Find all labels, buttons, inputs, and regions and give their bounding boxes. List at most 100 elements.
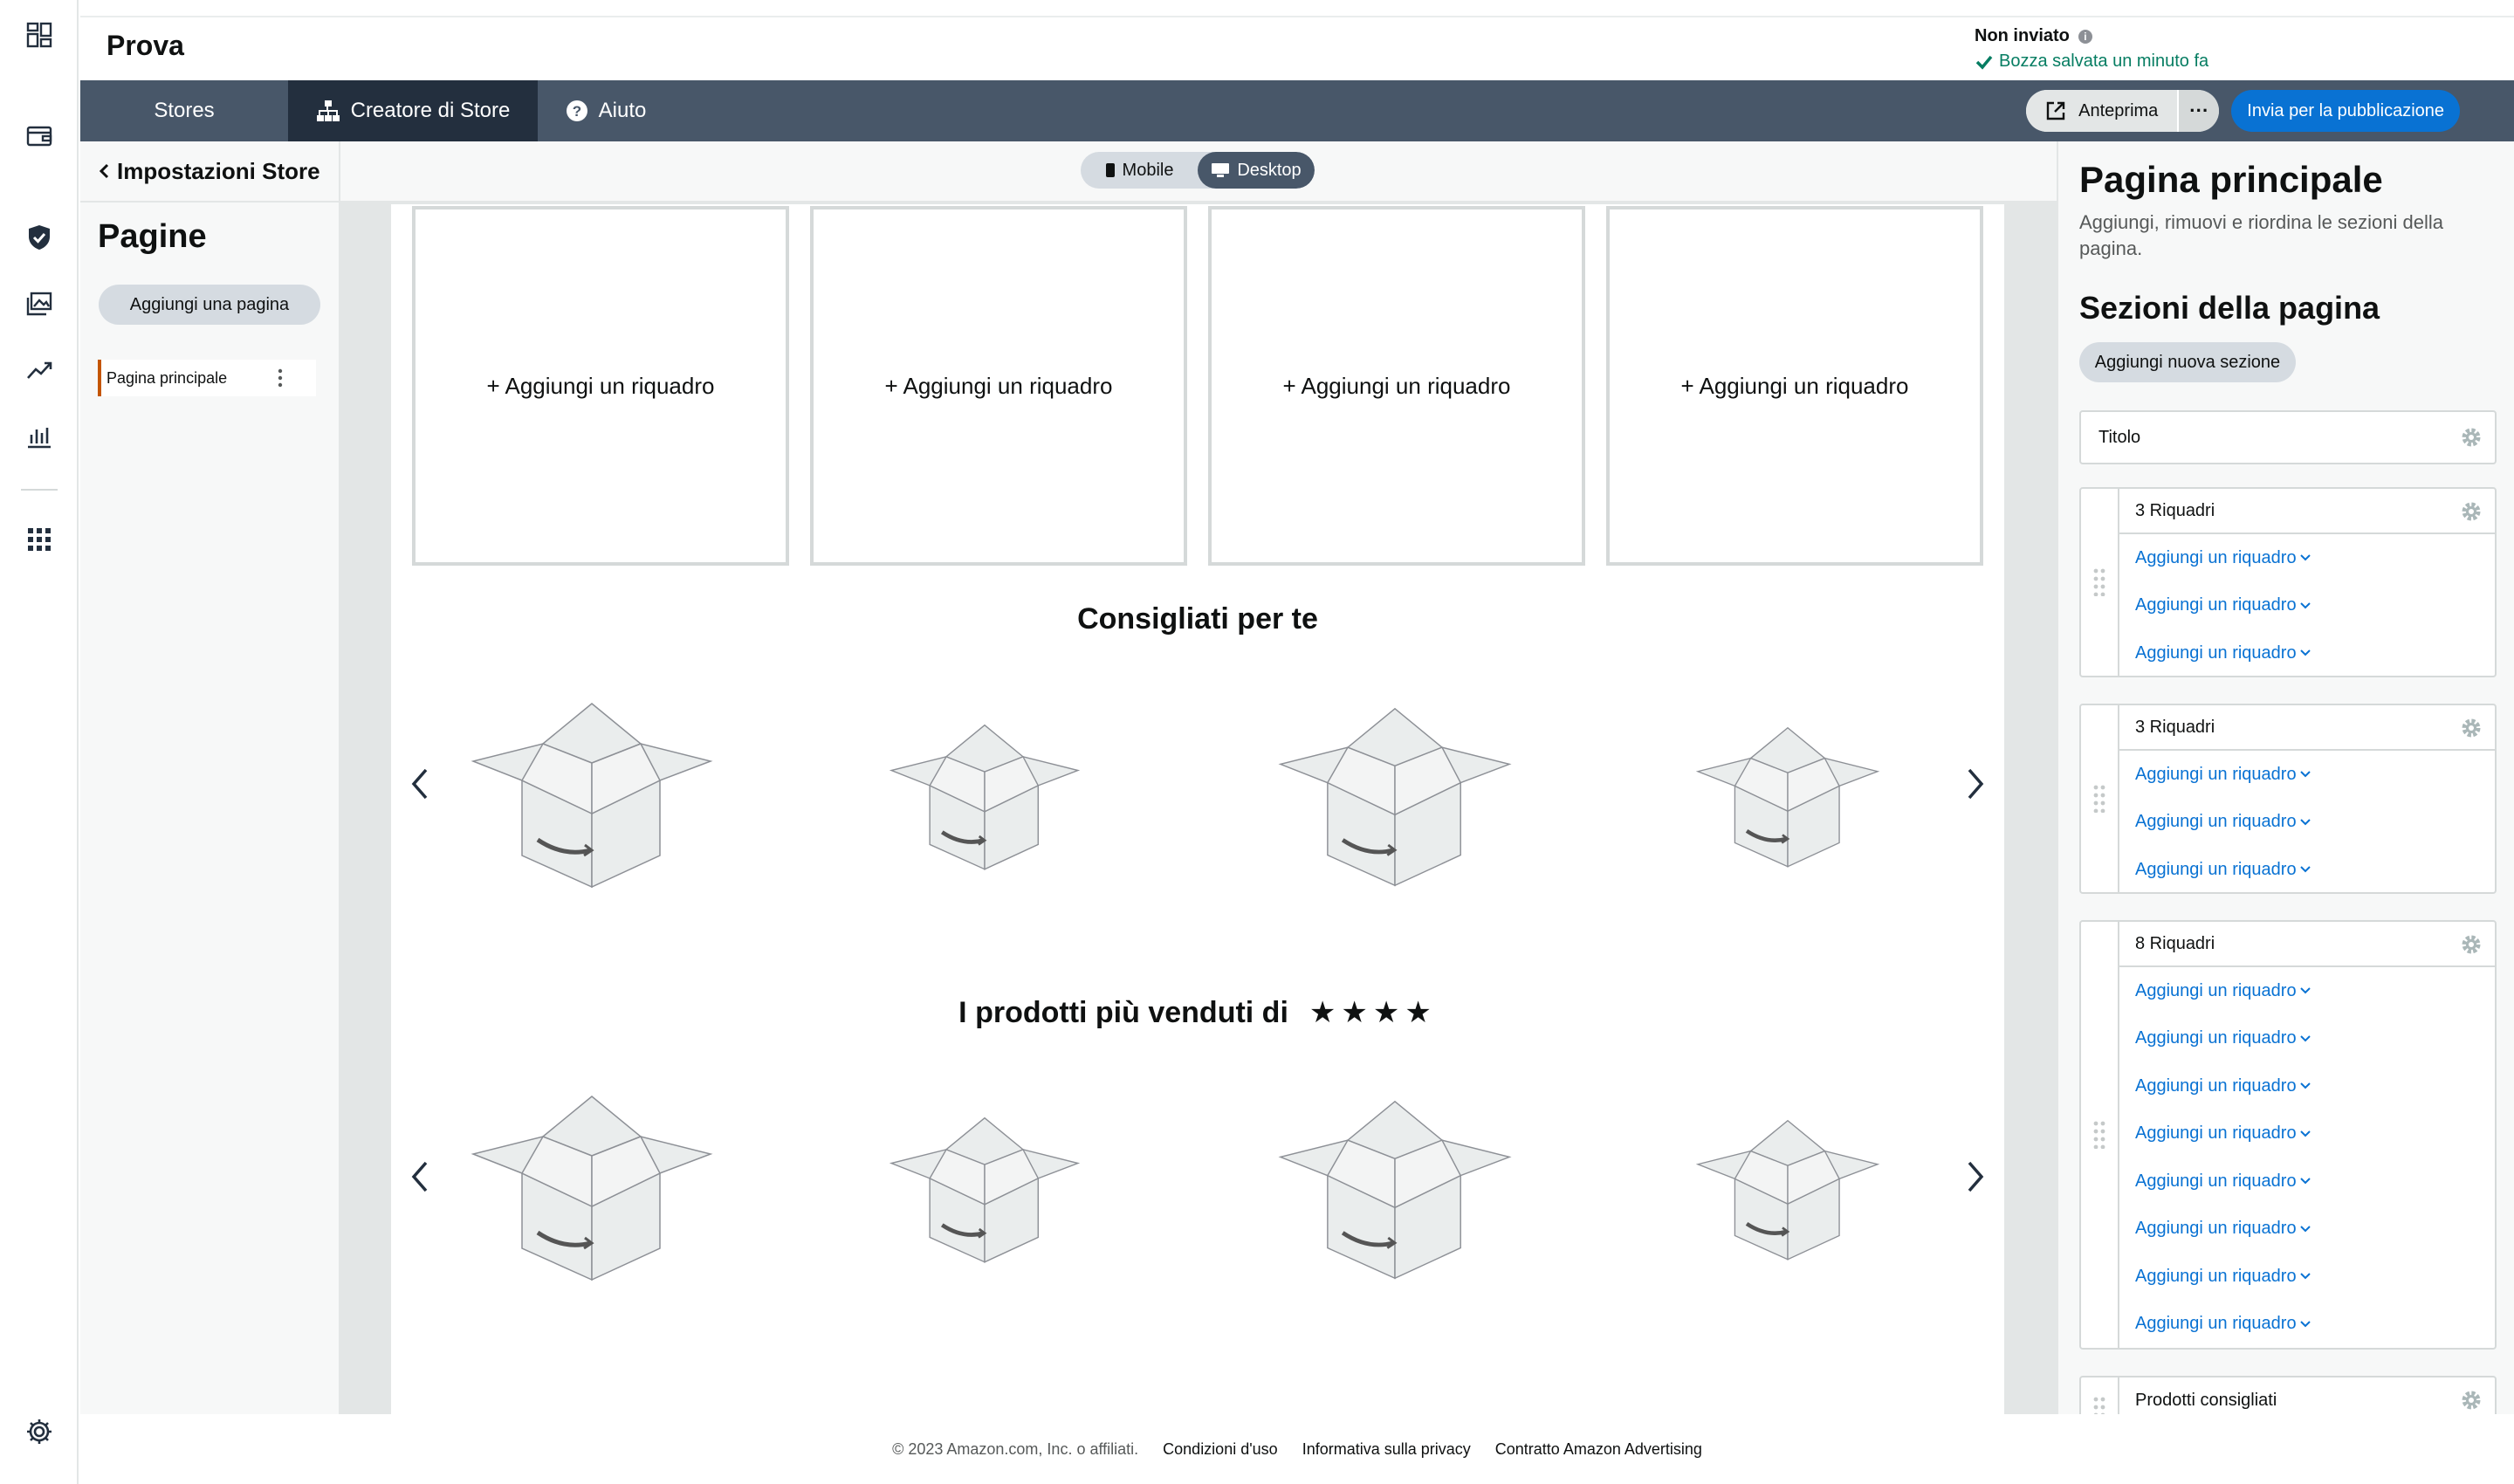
tab-label: Creatore di Store (350, 99, 511, 122)
terms-link[interactable]: Condizioni d'uso (1163, 1440, 1278, 1459)
drag-handle-icon[interactable] (2081, 1378, 2119, 1414)
desktop-label: Desktop (1237, 160, 1302, 180)
chevron-down-icon (2299, 1273, 2311, 1280)
add-tile-placeholder[interactable]: + Aggiungi un riquadro (1208, 206, 1585, 566)
box-icon (889, 724, 1081, 870)
add-tile-dropdown[interactable]: Aggiungi un riquadro (2119, 582, 2495, 630)
box-icon (1695, 1119, 1880, 1261)
svg-text:?: ? (572, 103, 580, 120)
chevron-down-icon (2299, 1321, 2311, 1328)
add-tile-dropdown[interactable]: Aggiungi un riquadro (2119, 629, 2495, 677)
page-sections-title: Sezioni della pagina (2079, 290, 2380, 326)
add-tile-dropdown[interactable]: Aggiungi un riquadro (2119, 1015, 2495, 1063)
bestsellers-heading: I prodotti più venduti di ★★★★ (391, 995, 2004, 1030)
carousel-next-icon[interactable] (1959, 1152, 1994, 1201)
section-card-recommended-products[interactable]: Prodotti consigliati (2079, 1376, 2497, 1414)
tab-store-builder[interactable]: Creatore di Store (288, 80, 538, 141)
drag-handle-icon[interactable] (2081, 922, 2119, 1348)
page-item-label: Pagina principale (106, 368, 228, 387)
section-card-label: 3 Riquadri (2135, 717, 2215, 737)
sitemap-icon (316, 100, 340, 121)
add-tile-label: Aggiungi un riquadro (2135, 980, 2297, 1000)
desktop-view-button[interactable]: Desktop (1198, 152, 1315, 189)
main-nav: Stores Creatore di Store ? Aiuto Antepri… (80, 80, 2514, 141)
add-tile-dropdown[interactable]: Aggiungi un riquadro (2119, 1301, 2495, 1349)
add-tile-dropdown[interactable]: Aggiungi un riquadro (2119, 846, 2495, 894)
drag-handle-icon[interactable] (2081, 489, 2119, 676)
settings-icon[interactable] (24, 1416, 55, 1447)
add-tile-dropdown[interactable]: Aggiungi un riquadro (2119, 534, 2495, 582)
gear-icon[interactable] (2460, 1389, 2483, 1412)
section-card-label: Titolo (2098, 427, 2141, 447)
info-icon[interactable]: i (2078, 29, 2092, 44)
product-placeholder-image (1683, 1112, 1892, 1269)
wallet-icon[interactable] (24, 120, 55, 152)
desktop-icon (1212, 163, 1230, 177)
add-tile-dropdown[interactable]: Aggiungi un riquadro (2119, 1206, 2495, 1254)
add-tile-dropdown[interactable]: Aggiungi un riquadro (2119, 967, 2495, 1015)
bar-chart-icon[interactable] (24, 421, 55, 452)
gear-icon[interactable] (2460, 933, 2483, 956)
box-icon (889, 1116, 1081, 1263)
privacy-link[interactable]: Informativa sulla privacy (1302, 1440, 1471, 1459)
dashboard-icon[interactable] (24, 19, 55, 51)
trend-icon[interactable] (24, 354, 55, 386)
kebab-menu-icon[interactable] (278, 368, 283, 388)
product-placeholder-image (1264, 1095, 1526, 1287)
apps-icon[interactable] (24, 524, 55, 555)
add-tile-dropdown[interactable]: Aggiungi un riquadro (2119, 1110, 2495, 1158)
chevron-down-icon (2299, 771, 2311, 778)
gallery-icon[interactable] (24, 288, 55, 319)
carousel-prev-icon[interactable] (402, 759, 436, 808)
store-settings-back-link[interactable]: Impostazioni Store (80, 141, 339, 203)
tab-stores[interactable]: Stores (80, 80, 288, 141)
section-card-3-tiles[interactable]: 3 Riquadri Aggiungi un riquadro Aggiungi… (2079, 704, 2497, 894)
chevron-down-icon (2299, 987, 2311, 994)
page-settings-description: Aggiungi, rimuovi e riordina le sezioni … (2079, 211, 2444, 259)
section-card-3-tiles[interactable]: 3 Riquadri Aggiungi un riquadro Aggiungi… (2079, 487, 2497, 677)
section-card-header: 8 Riquadri (2119, 922, 2495, 967)
chevron-down-icon (2299, 649, 2311, 656)
gear-icon[interactable] (2460, 500, 2483, 523)
rail-divider (21, 489, 58, 491)
drag-handle-icon[interactable] (2081, 705, 2119, 892)
carousel-prev-icon[interactable] (402, 1152, 436, 1201)
gear-icon[interactable] (2460, 426, 2483, 449)
section-card-8-tiles[interactable]: 8 Riquadri Aggiungi un riquadro Aggiungi… (2079, 920, 2497, 1350)
section-card-header: 3 Riquadri (2119, 489, 2495, 534)
pages-title: Pagine (98, 218, 207, 255)
add-tile-dropdown[interactable]: Aggiungi un riquadro (2119, 751, 2495, 799)
advertising-agreement-link[interactable]: Contratto Amazon Advertising (1495, 1440, 1702, 1459)
add-page-button[interactable]: Aggiungi una pagina (99, 285, 320, 325)
add-tile-label: Aggiungi un riquadro (2135, 764, 2297, 784)
add-tile-placeholder[interactable]: + Aggiungi un riquadro (412, 206, 789, 566)
add-section-button[interactable]: Aggiungi nuova sezione (2079, 342, 2296, 382)
more-options-button[interactable]: ··· (2177, 90, 2220, 132)
page-item-home[interactable]: Pagina principale (98, 360, 316, 396)
left-rail (0, 0, 79, 1484)
preview-button[interactable]: Anteprima (2026, 90, 2178, 132)
shield-icon[interactable] (24, 222, 55, 253)
submit-for-publishing-button[interactable]: Invia per la pubblicazione (2231, 90, 2460, 132)
add-tile-label: Aggiungi un riquadro (2135, 1028, 2297, 1048)
add-tile-label: Aggiungi un riquadro (2135, 642, 2297, 663)
page-preview: + Aggiungi un riquadro + Aggiungi un riq… (391, 204, 2004, 1414)
app-title: Prova (106, 30, 184, 61)
add-tile-dropdown[interactable]: Aggiungi un riquadro (2119, 799, 2495, 847)
page-settings-title: Pagina principale (2079, 159, 2383, 200)
add-tile-dropdown[interactable]: Aggiungi un riquadro (2119, 1158, 2495, 1206)
tab-help[interactable]: ? Aiuto (538, 80, 674, 141)
add-tile-placeholder[interactable]: + Aggiungi un riquadro (1606, 206, 1983, 566)
section-card-label: 8 Riquadri (2135, 933, 2215, 953)
tab-label: Aiuto (598, 99, 647, 122)
add-tile-dropdown[interactable]: Aggiungi un riquadro (2119, 1062, 2495, 1110)
mobile-view-button[interactable]: Mobile (1081, 152, 1198, 189)
product-placeholder-image (461, 1093, 723, 1285)
footer: © 2023 Amazon.com, Inc. o affiliati. Con… (80, 1414, 2514, 1484)
section-card-title[interactable]: Titolo (2079, 410, 2497, 464)
device-toggle: Mobile Desktop (1081, 152, 1315, 189)
carousel-next-icon[interactable] (1959, 759, 1994, 808)
add-tile-dropdown[interactable]: Aggiungi un riquadro (2119, 1253, 2495, 1301)
gear-icon[interactable] (2460, 717, 2483, 739)
add-tile-placeholder[interactable]: + Aggiungi un riquadro (810, 206, 1187, 566)
